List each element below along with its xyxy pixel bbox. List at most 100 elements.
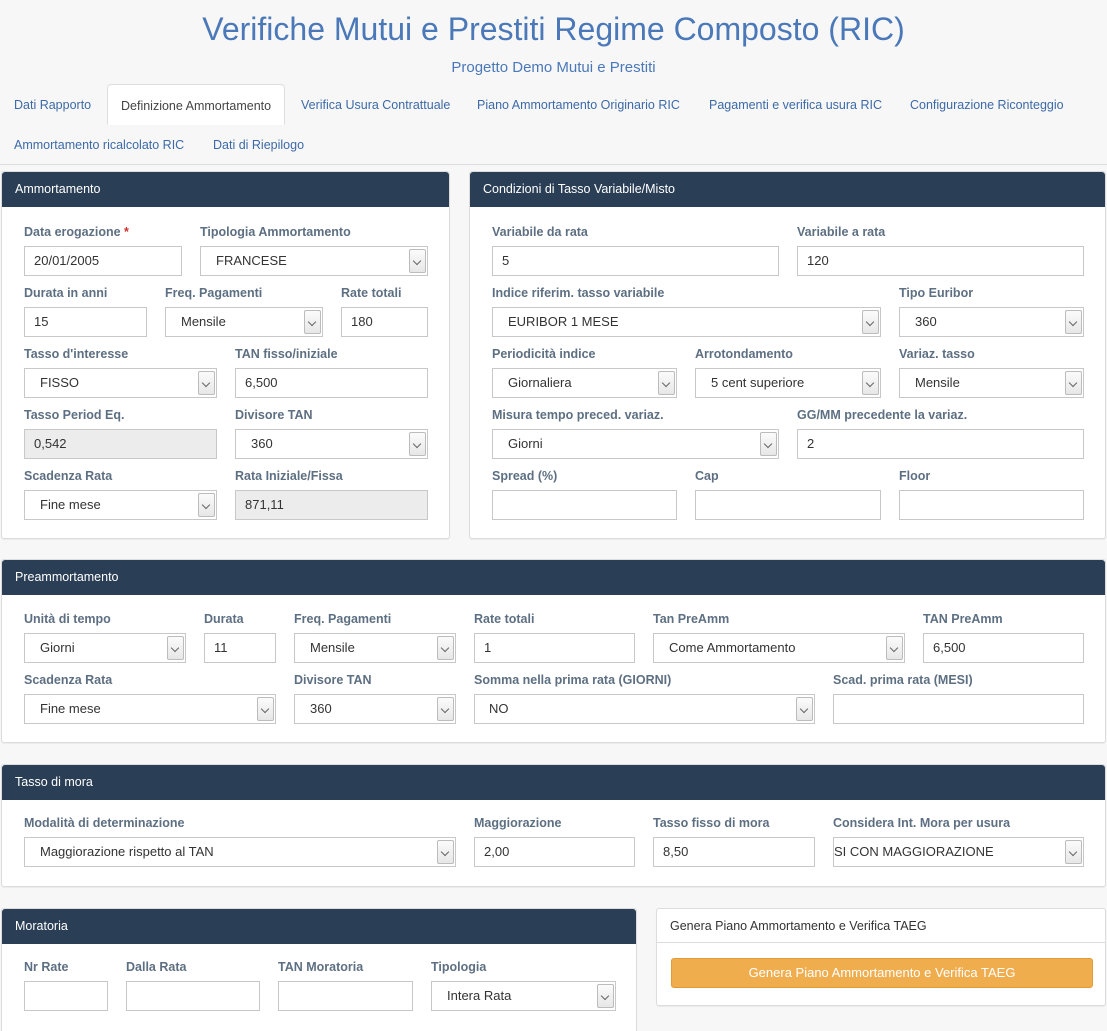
ammortamento-heading: Ammortamento [2, 172, 449, 207]
moratoria-tipologia-select[interactable]: Intera Rata [431, 981, 616, 1011]
considera-int-mora-label: Considera Int. Mora per usura [833, 816, 1011, 830]
unita-tempo-select[interactable]: Giorni [24, 633, 186, 663]
tasso-fisso-mora-field[interactable]: 8,50 [653, 837, 815, 867]
chevron-down-icon [198, 371, 215, 395]
misura-tempo-select[interactable]: Giorni [492, 429, 779, 459]
somma-prima-rata-select[interactable]: NO [474, 694, 815, 724]
rate-totali-label: Rate totali [341, 286, 402, 300]
tab-definizione-ammortamento[interactable]: Definizione Ammortamento [107, 84, 286, 125]
chevron-down-icon [409, 249, 426, 273]
chevron-down-icon [658, 371, 675, 395]
arrotondamento-select[interactable]: 5 cent superiore [695, 368, 881, 398]
nr-rate-field[interactable] [24, 981, 108, 1011]
preamm-rate-totali-label: Rate totali [474, 612, 535, 626]
unita-tempo-label: Unità di tempo [24, 612, 111, 626]
tab-piano-ammortamento-originario[interactable]: Piano Ammortamento Originario RIC [464, 84, 693, 124]
considera-int-mora-select[interactable]: SI CON MAGGIORAZIONE [833, 837, 1084, 867]
chevron-down-icon [437, 697, 454, 721]
moratoria-panel: Moratoria Nr Rate Dalla Rata TAN Morator… [1, 908, 637, 1031]
dalla-rata-field[interactable] [126, 981, 260, 1011]
floor-field[interactable] [899, 490, 1084, 520]
maggiorazione-field[interactable]: 2,00 [474, 837, 635, 867]
scadenza-rata-select[interactable]: Fine mese [24, 490, 217, 520]
data-erogazione-label: Data erogazione * [24, 225, 129, 239]
tan-moratoria-label: TAN Moratoria [278, 960, 364, 974]
preammortamento-heading: Preammortamento [2, 560, 1105, 595]
tab-dati-riepilogo[interactable]: Dati di Riepilogo [200, 124, 317, 164]
preamm-divisore-tan-select[interactable]: 360 [294, 694, 456, 724]
modalita-determinazione-label: Modalità di determinazione [24, 816, 185, 830]
tan-preamm-field[interactable]: 6,500 [923, 633, 1084, 663]
chevron-down-icon [304, 310, 321, 334]
tasso-interesse-select[interactable]: FISSO [24, 368, 217, 398]
durata-anni-label: Durata in anni [24, 286, 108, 300]
rata-iniziale-label: Rata Iniziale/Fissa [235, 469, 343, 483]
page-subtitle: Progetto Demo Mutui e Prestiti [451, 59, 656, 76]
divisore-tan-select[interactable]: 360 [235, 429, 428, 459]
durata-field[interactable]: 11 [204, 633, 276, 663]
chevron-down-icon [597, 984, 614, 1008]
scadenza-rata-label: Scadenza Rata [24, 469, 113, 483]
freq-pagamenti-label: Freq. Pagamenti [165, 286, 263, 300]
genera-piano-button[interactable]: Genera Piano Ammortamento e Verifica TAE… [671, 958, 1093, 988]
durata-label: Durata [204, 612, 244, 626]
chevron-down-icon [1065, 310, 1082, 334]
rate-totali-field[interactable]: 180 [341, 307, 428, 337]
chevron-down-icon [1065, 840, 1082, 864]
variabile-da-rata-label: Variabile da rata [492, 225, 588, 239]
moratoria-tipologia-label: Tipologia [431, 960, 487, 974]
preamm-freq-pagamenti-select[interactable]: Mensile [294, 633, 456, 663]
gg-mm-precedente-field[interactable]: 2 [797, 429, 1084, 459]
preamm-rate-totali-field[interactable]: 1 [474, 633, 635, 663]
tab-pagamenti-verifica-usura[interactable]: Pagamenti e verifica usura RIC [696, 84, 895, 124]
durata-anni-field[interactable]: 15 [24, 307, 147, 337]
tan-moratoria-field[interactable] [278, 981, 413, 1011]
tipologia-ammortamento-select[interactable]: FRANCESE [200, 246, 428, 276]
preammortamento-panel: Preammortamento Unità di tempo Giorni Du… [1, 559, 1106, 743]
periodicita-indice-select[interactable]: Giornaliera [492, 368, 677, 398]
preamm-scadenza-rata-select[interactable]: Fine mese [24, 694, 276, 724]
genera-panel: Genera Piano Ammortamento e Verifica TAE… [656, 908, 1106, 1006]
tab-bar: Dati Rapporto Definizione Ammortamento V… [0, 84, 1107, 165]
divisore-tan-label: Divisore TAN [235, 408, 313, 422]
data-erogazione-field[interactable]: 20/01/2005 [24, 246, 182, 276]
variabile-a-rata-label: Variabile a rata [797, 225, 886, 239]
tan-fisso-field[interactable]: 6,500 [235, 368, 428, 398]
tab-configurazione-riconteggio[interactable]: Configurazione Riconteggio [897, 84, 1077, 124]
condizioni-panel: Condizioni di Tasso Variabile/Misto Vari… [469, 171, 1106, 539]
tab-ammortamento-ricalcolato[interactable]: Ammortamento ricalcolato RIC [1, 124, 197, 164]
variabile-a-rata-field[interactable]: 120 [797, 246, 1084, 276]
variabile-da-rata-field[interactable]: 5 [492, 246, 779, 276]
chevron-down-icon [760, 432, 777, 456]
scad-prima-rata-field[interactable] [833, 694, 1084, 724]
condizioni-heading: Condizioni di Tasso Variabile/Misto [470, 172, 1105, 207]
dalla-rata-label: Dalla Rata [126, 960, 187, 974]
indice-riferimento-select[interactable]: EURIBOR 1 MESE [492, 307, 881, 337]
tan-fisso-label: TAN fisso/iniziale [235, 347, 338, 361]
floor-label: Floor [899, 469, 931, 483]
chevron-down-icon [409, 432, 426, 456]
tab-verifica-usura-contrattuale[interactable]: Verifica Usura Contrattuale [288, 84, 463, 124]
tab-dati-rapporto[interactable]: Dati Rapporto [1, 84, 104, 124]
tasso-interesse-label: Tasso d'interesse [24, 347, 129, 361]
arrotondamento-label: Arrotondamento [695, 347, 793, 361]
tan-preamm-value-label: TAN PreAmm [923, 612, 1003, 626]
rata-iniziale-field: 871,11 [235, 490, 428, 520]
preamm-scadenza-rata-label: Scadenza Rata [24, 673, 113, 687]
spread-field[interactable] [492, 490, 677, 520]
variaz-tasso-select[interactable]: Mensile [899, 368, 1084, 398]
tan-preamm-select[interactable]: Come Ammortamento [653, 633, 905, 663]
chevron-down-icon [167, 636, 184, 660]
modalita-determinazione-select[interactable]: Maggiorazione rispetto al TAN [24, 837, 456, 867]
chevron-down-icon [862, 371, 879, 395]
maggiorazione-label: Maggiorazione [474, 816, 562, 830]
tipo-euribor-select[interactable]: 360 [899, 307, 1084, 337]
freq-pagamenti-select[interactable]: Mensile [165, 307, 323, 337]
periodicita-indice-label: Periodicità indice [492, 347, 596, 361]
tasso-mora-panel: Tasso di mora Modalità di determinazione… [1, 764, 1106, 887]
preamm-freq-pagamenti-label: Freq. Pagamenti [294, 612, 392, 626]
moratoria-heading: Moratoria [2, 909, 636, 944]
cap-field[interactable] [695, 490, 881, 520]
tipo-euribor-label: Tipo Euribor [899, 286, 974, 300]
chevron-down-icon [257, 697, 274, 721]
